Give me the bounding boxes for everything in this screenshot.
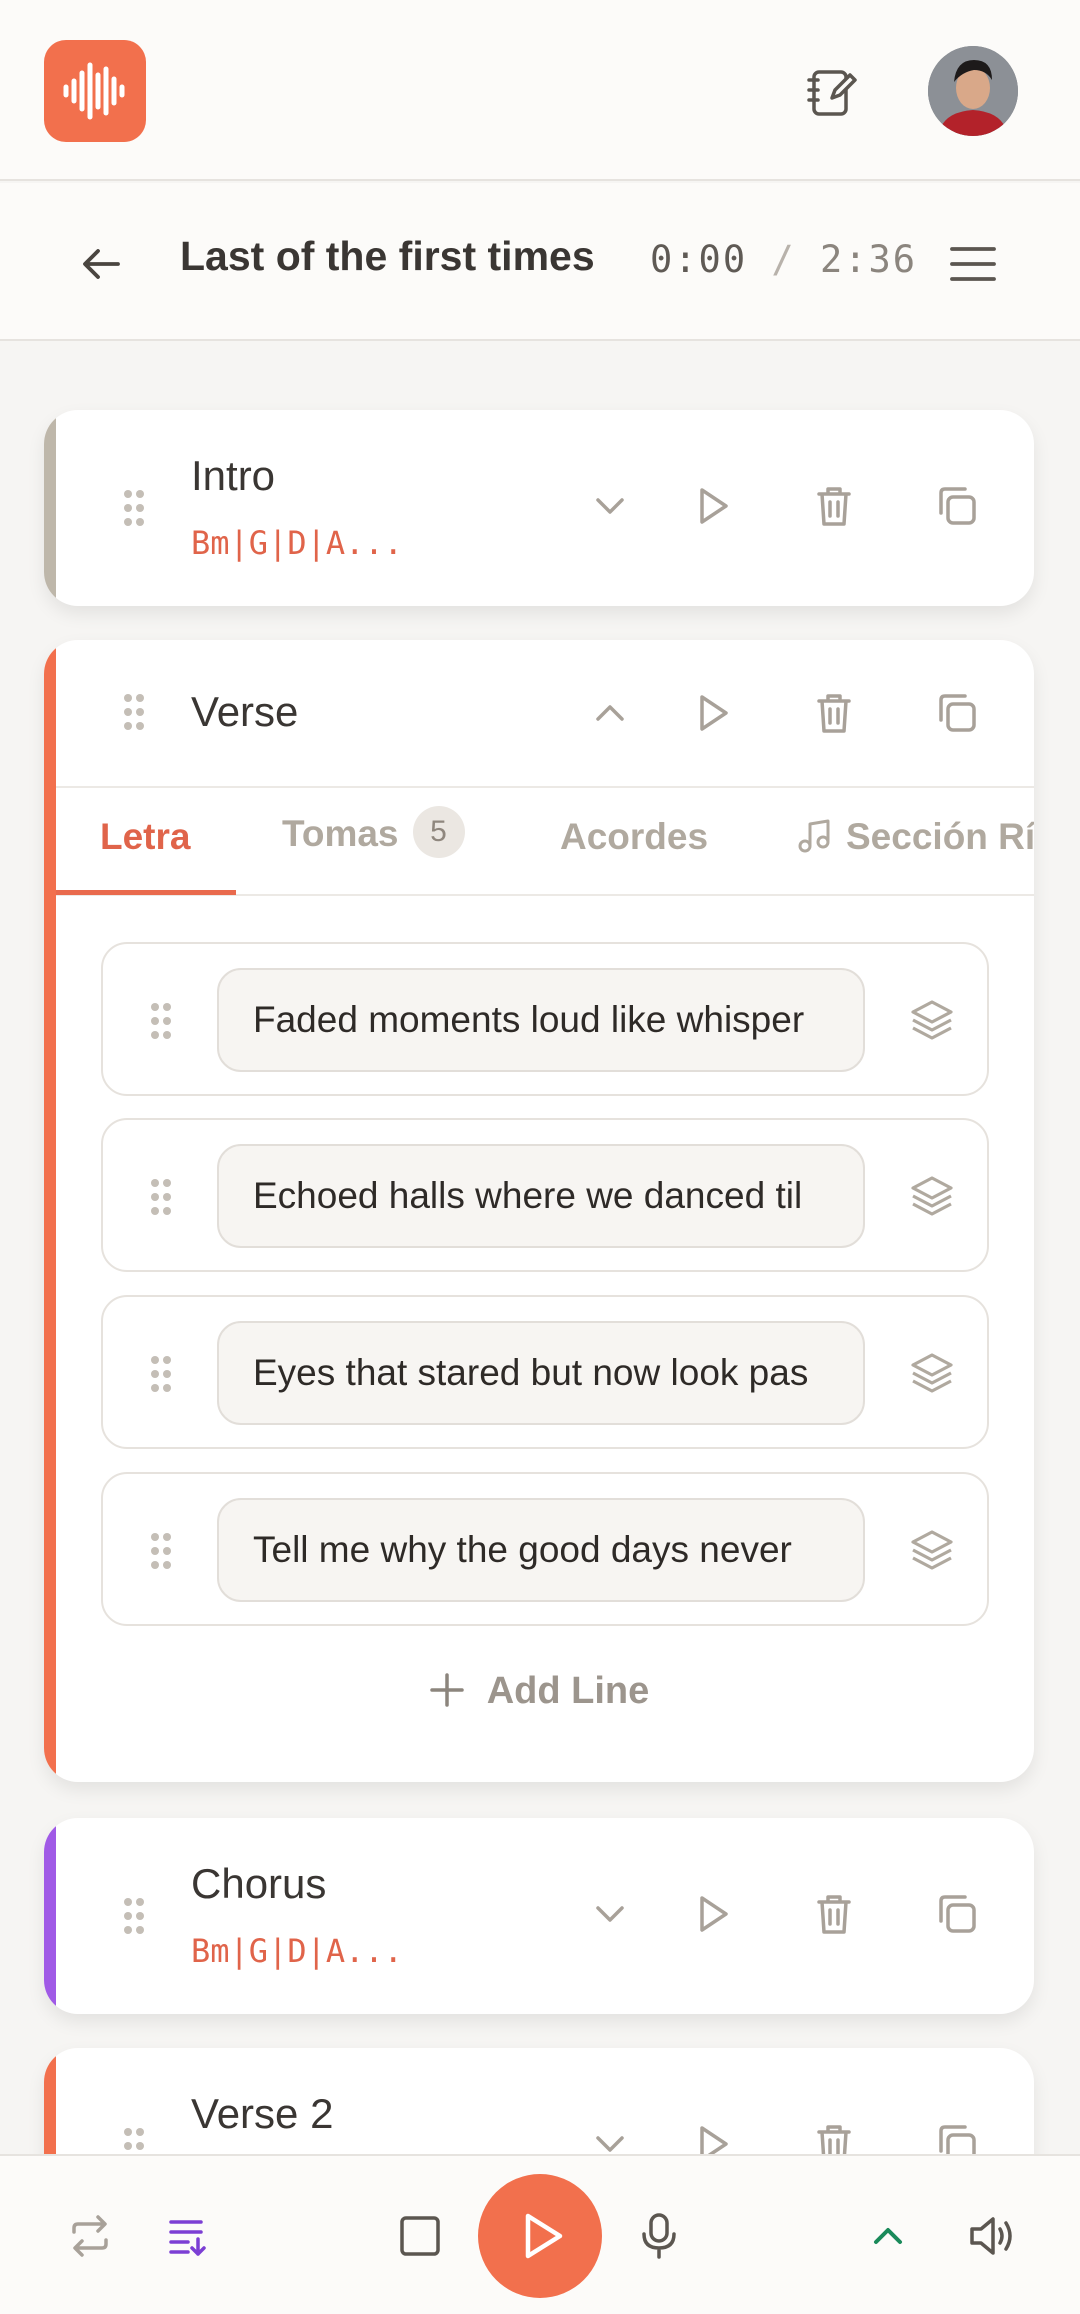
- chevron-down-icon[interactable]: [585, 481, 635, 531]
- section-title[interactable]: Verse: [191, 688, 298, 736]
- time-separator: /: [771, 238, 796, 281]
- play-button[interactable]: [478, 2174, 602, 2298]
- plus-icon: [429, 1673, 464, 1707]
- drag-handle-icon[interactable]: [122, 692, 146, 732]
- time-total: 2:36: [819, 238, 918, 281]
- layers-icon[interactable]: [907, 1347, 957, 1397]
- player-bar: [0, 2154, 1080, 2314]
- waveform-icon: [63, 62, 125, 120]
- lyric-line: Echoed halls where we danced til: [101, 1118, 989, 1272]
- play-section-icon[interactable]: [687, 481, 737, 531]
- section-accent-bar: [44, 410, 56, 606]
- drag-handle-icon[interactable]: [149, 1001, 173, 1041]
- section-card-intro: Intro Bm|G|D|A...: [44, 410, 1034, 606]
- add-line-button[interactable]: Add Line: [44, 1670, 1034, 1713]
- chevron-up-icon[interactable]: [864, 2212, 912, 2260]
- duplicate-icon[interactable]: [932, 481, 982, 531]
- chevron-down-icon[interactable]: [585, 1889, 635, 1939]
- volume-icon[interactable]: [966, 2210, 1018, 2262]
- lyric-line: Faded moments loud like whisper: [101, 942, 989, 1096]
- active-tab-indicator: [56, 890, 236, 895]
- queue-icon[interactable]: [166, 2212, 214, 2260]
- arrow-left-icon: [83, 249, 120, 279]
- song-header: Last of the first times 0:00 / 2:36: [0, 183, 1080, 341]
- menu-button[interactable]: [946, 237, 1000, 291]
- tab-tomas[interactable]: Tomas 5: [282, 806, 465, 862]
- drag-handle-icon[interactable]: [149, 1531, 173, 1571]
- section-accent-bar: [44, 1818, 56, 2014]
- duplicate-icon[interactable]: [932, 688, 982, 738]
- layers-icon[interactable]: [907, 1170, 957, 1220]
- drag-handle-icon[interactable]: [122, 1896, 146, 1936]
- duplicate-icon[interactable]: [932, 1889, 982, 1939]
- section-title[interactable]: Chorus: [191, 1860, 326, 1908]
- tab-letra[interactable]: Letra: [100, 816, 190, 858]
- music-note-icon: [798, 819, 830, 853]
- layers-icon[interactable]: [907, 1524, 957, 1574]
- user-avatar-icon: [928, 46, 1018, 136]
- lyric-line: Eyes that stared but now look pas: [101, 1295, 989, 1449]
- play-icon: [525, 2213, 563, 2259]
- hamburger-menu-icon: [950, 247, 996, 281]
- section-title[interactable]: Verse 2: [191, 2090, 333, 2138]
- time-current: 0:00: [650, 238, 748, 281]
- lyric-input[interactable]: Faded moments loud like whisper: [217, 968, 865, 1072]
- play-section-icon[interactable]: [687, 1889, 737, 1939]
- tab-tomas-label: Tomas: [282, 812, 399, 854]
- repeat-icon[interactable]: [66, 2212, 114, 2260]
- top-app-bar: [0, 0, 1080, 181]
- tab-acordes[interactable]: Acordes: [560, 816, 708, 858]
- section-accent-bar: [44, 640, 56, 1782]
- lyric-line: Tell me why the good days never: [101, 1472, 989, 1626]
- play-section-icon[interactable]: [687, 688, 737, 738]
- chevron-up-icon[interactable]: [585, 688, 635, 738]
- trash-icon[interactable]: [809, 1889, 859, 1939]
- app-logo[interactable]: [44, 40, 146, 142]
- drag-handle-icon[interactable]: [149, 1354, 173, 1394]
- back-button[interactable]: [74, 237, 128, 291]
- lyric-input[interactable]: Eyes that stared but now look pas: [217, 1321, 865, 1425]
- trash-icon[interactable]: [809, 688, 859, 738]
- section-title[interactable]: Intro: [191, 452, 275, 500]
- drag-handle-icon[interactable]: [149, 1177, 173, 1217]
- add-line-label: Add Line: [486, 1670, 650, 1712]
- section-chords: Bm|G|D|A...: [191, 1932, 403, 1970]
- song-title: Last of the first times: [180, 233, 595, 279]
- section-card-verse: Verse Letra Tomas 5 Acordes Sección Rí Fa…: [44, 640, 1034, 1782]
- lyric-input[interactable]: Echoed halls where we danced til: [217, 1144, 865, 1248]
- tab-seccion-ritmica[interactable]: Sección Rí: [796, 816, 1034, 858]
- layers-icon[interactable]: [907, 994, 957, 1044]
- section-chords: Bm|G|D|A...: [191, 524, 403, 562]
- tab-seccion-label: Sección Rí: [846, 816, 1034, 857]
- lyric-input[interactable]: Tell me why the good days never: [217, 1498, 865, 1602]
- avatar[interactable]: [928, 46, 1018, 136]
- section-card-chorus: Chorus Bm|G|D|A...: [44, 1818, 1034, 2014]
- section-tabs: Letra Tomas 5 Acordes Sección Rí: [56, 786, 1034, 896]
- notebook-edit-icon[interactable]: [804, 64, 860, 120]
- playback-time: 0:00 / 2:36: [650, 238, 917, 281]
- drag-handle-icon[interactable]: [122, 488, 146, 528]
- stop-icon[interactable]: [396, 2212, 444, 2260]
- takes-count-badge: 5: [412, 806, 465, 858]
- microphone-icon[interactable]: [634, 2210, 684, 2262]
- trash-icon[interactable]: [809, 481, 859, 531]
